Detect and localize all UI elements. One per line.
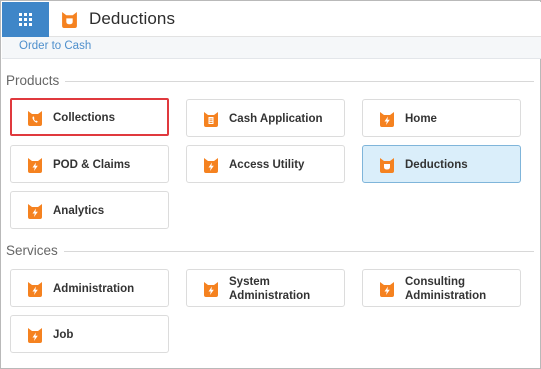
phone-badge-icon: [28, 111, 42, 126]
lightning-badge-icon: [204, 158, 218, 173]
tile-label-line1: System: [229, 276, 270, 288]
products-divider: [6, 81, 534, 82]
tile-job[interactable]: Job: [10, 315, 169, 353]
page-title: Deductions: [89, 9, 176, 28]
tile-label: Administration: [53, 283, 135, 295]
tile-deductions[interactable]: Deductions: [362, 145, 521, 183]
lightning-badge-icon: [28, 328, 42, 343]
tile-pod-claims[interactable]: POD & Claims: [10, 145, 169, 183]
tile-access-utility[interactable]: Access Utility: [186, 145, 345, 183]
tile-label-line2: Administration: [405, 290, 487, 302]
app-window: Deductions Order to Cash Products Collec…: [0, 0, 541, 369]
services-heading: Services: [6, 243, 64, 258]
lightning-badge-icon: [380, 112, 394, 127]
lightning-badge-icon: [28, 204, 42, 219]
breadcrumb-bar: Order to Cash: [2, 37, 541, 59]
lightning-badge-icon: [28, 158, 42, 173]
lightning-badge-icon: [204, 282, 218, 297]
tile-analytics[interactable]: Analytics: [10, 191, 169, 229]
tile-label: POD & Claims: [53, 159, 131, 171]
lightning-badge-icon: [28, 282, 42, 297]
app-launcher-button[interactable]: [2, 2, 49, 37]
tile-label: Cash Application: [229, 113, 323, 125]
tile-collections[interactable]: Collections: [10, 98, 169, 136]
tile-label-line2: Administration: [229, 290, 311, 302]
tile-consulting-administration[interactable]: Consulting Administration: [362, 269, 521, 307]
tile-administration[interactable]: Administration: [10, 269, 169, 307]
tile-home[interactable]: Home: [362, 99, 521, 137]
top-bar: Deductions: [2, 2, 541, 37]
lightning-badge-icon: [380, 282, 394, 297]
pocket-badge-icon: [380, 158, 394, 173]
tile-label: Analytics: [53, 205, 105, 217]
tile-system-administration[interactable]: System Administration: [186, 269, 345, 307]
tile-label: Collections: [53, 112, 115, 124]
order-to-cash-link[interactable]: Order to Cash: [19, 40, 91, 52]
services-divider: [6, 251, 534, 252]
document-badge-icon: [204, 112, 218, 127]
tile-cash-application[interactable]: Cash Application: [186, 99, 345, 137]
tile-label: Consulting Administration: [405, 275, 486, 303]
grid-icon: [19, 13, 32, 26]
tile-label: System Administration: [229, 275, 310, 303]
tile-label: Job: [53, 329, 74, 341]
pocket-badge-icon: [62, 12, 77, 28]
tile-label-line1: Consulting: [405, 276, 466, 288]
tile-label: Home: [405, 113, 437, 125]
tile-label: Access Utility: [229, 159, 305, 171]
tile-label: Deductions: [405, 159, 468, 171]
products-heading: Products: [6, 73, 66, 88]
